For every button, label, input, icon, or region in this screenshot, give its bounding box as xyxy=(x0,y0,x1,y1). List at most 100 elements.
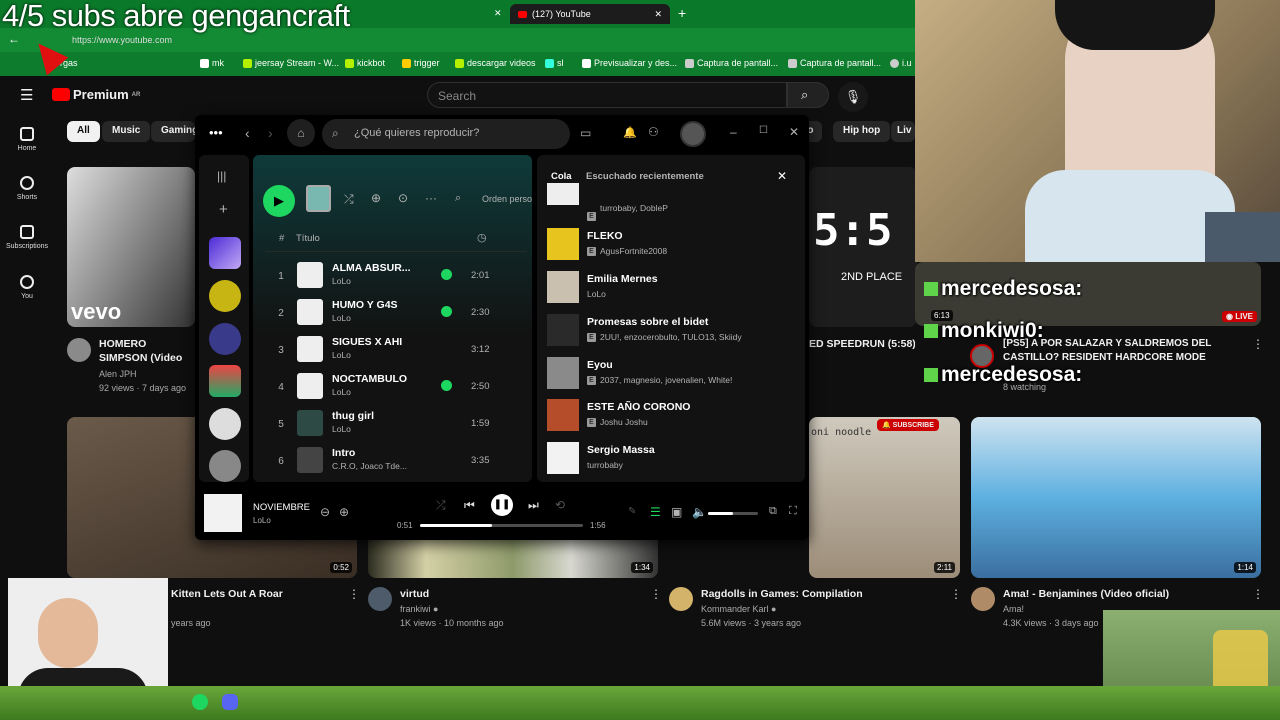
video-title[interactable]: Ragdolls in Games: Compilation xyxy=(701,587,863,601)
playlist-cover[interactable] xyxy=(209,323,241,355)
bookmark[interactable]: mk xyxy=(200,58,224,68)
device-icon[interactable]: ▣ xyxy=(671,505,682,519)
track-row[interactable]: 4 NOCTAMBULO LoLo 2:50 xyxy=(253,370,532,407)
video-thumbnail[interactable]: 1:14 xyxy=(971,417,1261,578)
discord-taskbar-icon[interactable] xyxy=(222,694,238,710)
more-options-icon[interactable]: ⋮ xyxy=(1252,587,1264,601)
video-thumbnail[interactable]: vevo xyxy=(67,167,195,327)
sort-label[interactable]: Orden perso xyxy=(482,194,532,204)
spotify-search-input[interactable]: ⌕ ¿Qué quieres reproducir? ▭ xyxy=(322,119,591,149)
chip-gaming[interactable]: Gaming xyxy=(151,121,195,142)
queue-item[interactable]: FLEKO E AgusFortnite2008 xyxy=(547,226,797,264)
home-icon[interactable]: ⌂ xyxy=(287,119,315,147)
video-thumbnail[interactable]: 5:5 2ND PLACE xyxy=(809,167,917,327)
bookmark[interactable]: descargar videos xyxy=(455,58,536,68)
tab-recently-played[interactable]: Escuchado recientemente xyxy=(586,171,704,182)
friends-icon[interactable]: ⚇ xyxy=(648,125,659,139)
search-button[interactable]: ⌕ xyxy=(787,82,829,108)
add-circle-icon[interactable]: ⊕ xyxy=(339,505,349,519)
chip-music[interactable]: Music xyxy=(102,121,151,142)
queue-item[interactable]: Eyou E 2037, magnesio, jovenalien, White! xyxy=(547,355,797,393)
pause-button[interactable]: ❚❚ xyxy=(491,494,513,516)
back-icon[interactable]: ← xyxy=(8,32,20,46)
more-icon[interactable]: ••• xyxy=(209,125,223,140)
channel-name[interactable]: Alen JPH xyxy=(99,368,137,381)
channel-avatar[interactable] xyxy=(971,587,995,611)
profile-avatar[interactable] xyxy=(680,121,706,147)
queue-icon[interactable]: ☰ xyxy=(650,505,661,519)
lyrics-icon[interactable]: ✎ xyxy=(628,506,636,517)
now-playing-title[interactable]: NOVIEMBRE xyxy=(253,502,310,513)
queue-item[interactable]: Sergio Massa turrobaby xyxy=(547,440,797,478)
more-options-icon[interactable]: ⋮ xyxy=(650,587,662,601)
search-icon[interactable]: ⌕ xyxy=(455,192,461,205)
video-title[interactable]: HOMERO SIMPSON (Video Oficial) xyxy=(99,337,195,365)
playlist-cover[interactable] xyxy=(209,408,241,440)
playlist-cover[interactable] xyxy=(209,280,241,312)
add-icon[interactable]: + xyxy=(219,201,228,218)
microphone-icon[interactable]: 🎙 xyxy=(838,82,868,112)
chip-hip-hop[interactable]: Hip hop xyxy=(833,121,891,142)
forward-icon[interactable]: › xyxy=(268,125,273,141)
shuffle-icon[interactable]: ⤮ xyxy=(436,498,446,513)
shuffle-icon[interactable]: ⤮ xyxy=(344,192,354,207)
sidebar-item-subscriptions[interactable]: Subscriptions xyxy=(0,225,54,250)
close-icon[interactable]: ✕ xyxy=(789,125,799,139)
add-circle-icon[interactable]: ⊕ xyxy=(371,191,381,205)
close-tab-icon[interactable]: ✕ xyxy=(494,8,502,19)
channel-avatar[interactable] xyxy=(67,338,91,362)
video-title[interactable]: Kitten Lets Out A Roar xyxy=(171,587,283,601)
liked-songs-icon[interactable] xyxy=(209,237,241,269)
playlist-cover[interactable] xyxy=(209,450,241,482)
queue-item[interactable]: Emilia Mernes LoLo xyxy=(547,269,797,307)
more-options-icon[interactable]: ⋮ xyxy=(1252,337,1264,351)
track-row[interactable]: 3 SIGUES X AHI LoLo 3:12 xyxy=(253,333,532,370)
now-playing-artist[interactable]: LoLo xyxy=(253,516,271,525)
video-thumbnail[interactable]: oni noodle 🔔 SUBSCRIBE 2:11 xyxy=(809,417,960,578)
video-title[interactable]: ED SPEEDRUN (5:58) xyxy=(809,337,915,351)
now-playing-cover[interactable] xyxy=(204,494,242,532)
search-input[interactable]: Search xyxy=(427,82,787,108)
volume-icon[interactable]: 🔈 xyxy=(692,505,707,519)
chip-all[interactable]: All xyxy=(67,121,100,142)
close-icon[interactable]: ✕ xyxy=(777,169,787,183)
channel-avatar[interactable] xyxy=(669,587,693,611)
channel-name[interactable]: frankiwi ● xyxy=(400,603,438,616)
download-icon[interactable]: ⊙ xyxy=(398,191,408,205)
more-options-icon[interactable]: ⋮ xyxy=(950,587,962,601)
queue-item[interactable]: Promesas sobre el bidet E 2UU!, enzocerobu… xyxy=(547,312,797,350)
channel-name[interactable]: Kommander Karl ● xyxy=(701,603,776,616)
bell-icon[interactable]: 🔔 xyxy=(623,126,637,139)
youtube-logo[interactable]: Premium AR xyxy=(52,87,140,102)
track-row[interactable]: 2 HUMO Y G4S LoLo 2:30 xyxy=(253,296,532,333)
maximize-icon[interactable]: ☐ xyxy=(759,125,768,136)
bookmark[interactable]: sl xyxy=(545,58,564,68)
sidebar-item-shorts[interactable]: Shorts xyxy=(0,176,54,201)
queue-item[interactable]: ESTE AÑO CORONO E Joshu Joshu xyxy=(547,397,797,435)
chip-live[interactable]: Liv xyxy=(891,121,915,142)
video-thumbnail[interactable]: 1:34 xyxy=(368,540,658,578)
video-title[interactable]: virtud xyxy=(400,587,429,601)
bookmark[interactable]: kickbot xyxy=(345,58,385,68)
browse-icon[interactable]: ▭ xyxy=(580,126,591,140)
track-row[interactable]: 6 Intro C.R.O, Joaco Tde... 3:35 xyxy=(253,444,532,481)
bookmark[interactable]: i.u xyxy=(890,58,912,68)
more-options-icon[interactable]: ⋮ xyxy=(348,587,360,601)
miniplayer-icon[interactable]: ⧉ xyxy=(769,505,777,518)
channel-name[interactable]: Ama! xyxy=(1003,603,1024,616)
sidebar-item-home[interactable]: Home xyxy=(0,127,54,152)
close-tab-icon[interactable]: ✕ xyxy=(654,9,662,20)
bookmark[interactable]: Captura de pantall... xyxy=(685,58,778,68)
bookmark[interactable]: trigger xyxy=(402,58,440,68)
bookmark[interactable]: jeersay Stream - W... xyxy=(243,58,339,68)
video-title[interactable]: Ama! - Benjamines (Video oficial) xyxy=(1003,587,1169,601)
new-tab-icon[interactable]: + xyxy=(678,5,686,21)
menu-icon[interactable]: ☰ xyxy=(20,86,33,104)
tab-youtube[interactable]: (127) YouTube ✕ xyxy=(510,4,670,24)
more-icon[interactable]: ··· xyxy=(425,191,437,205)
volume-slider[interactable] xyxy=(708,512,758,515)
minimize-icon[interactable]: – xyxy=(730,125,737,139)
previous-icon[interactable]: ⏮ xyxy=(464,498,475,513)
bookmark[interactable]: Previsualizar y des... xyxy=(582,58,677,68)
progress-bar[interactable] xyxy=(420,524,583,527)
